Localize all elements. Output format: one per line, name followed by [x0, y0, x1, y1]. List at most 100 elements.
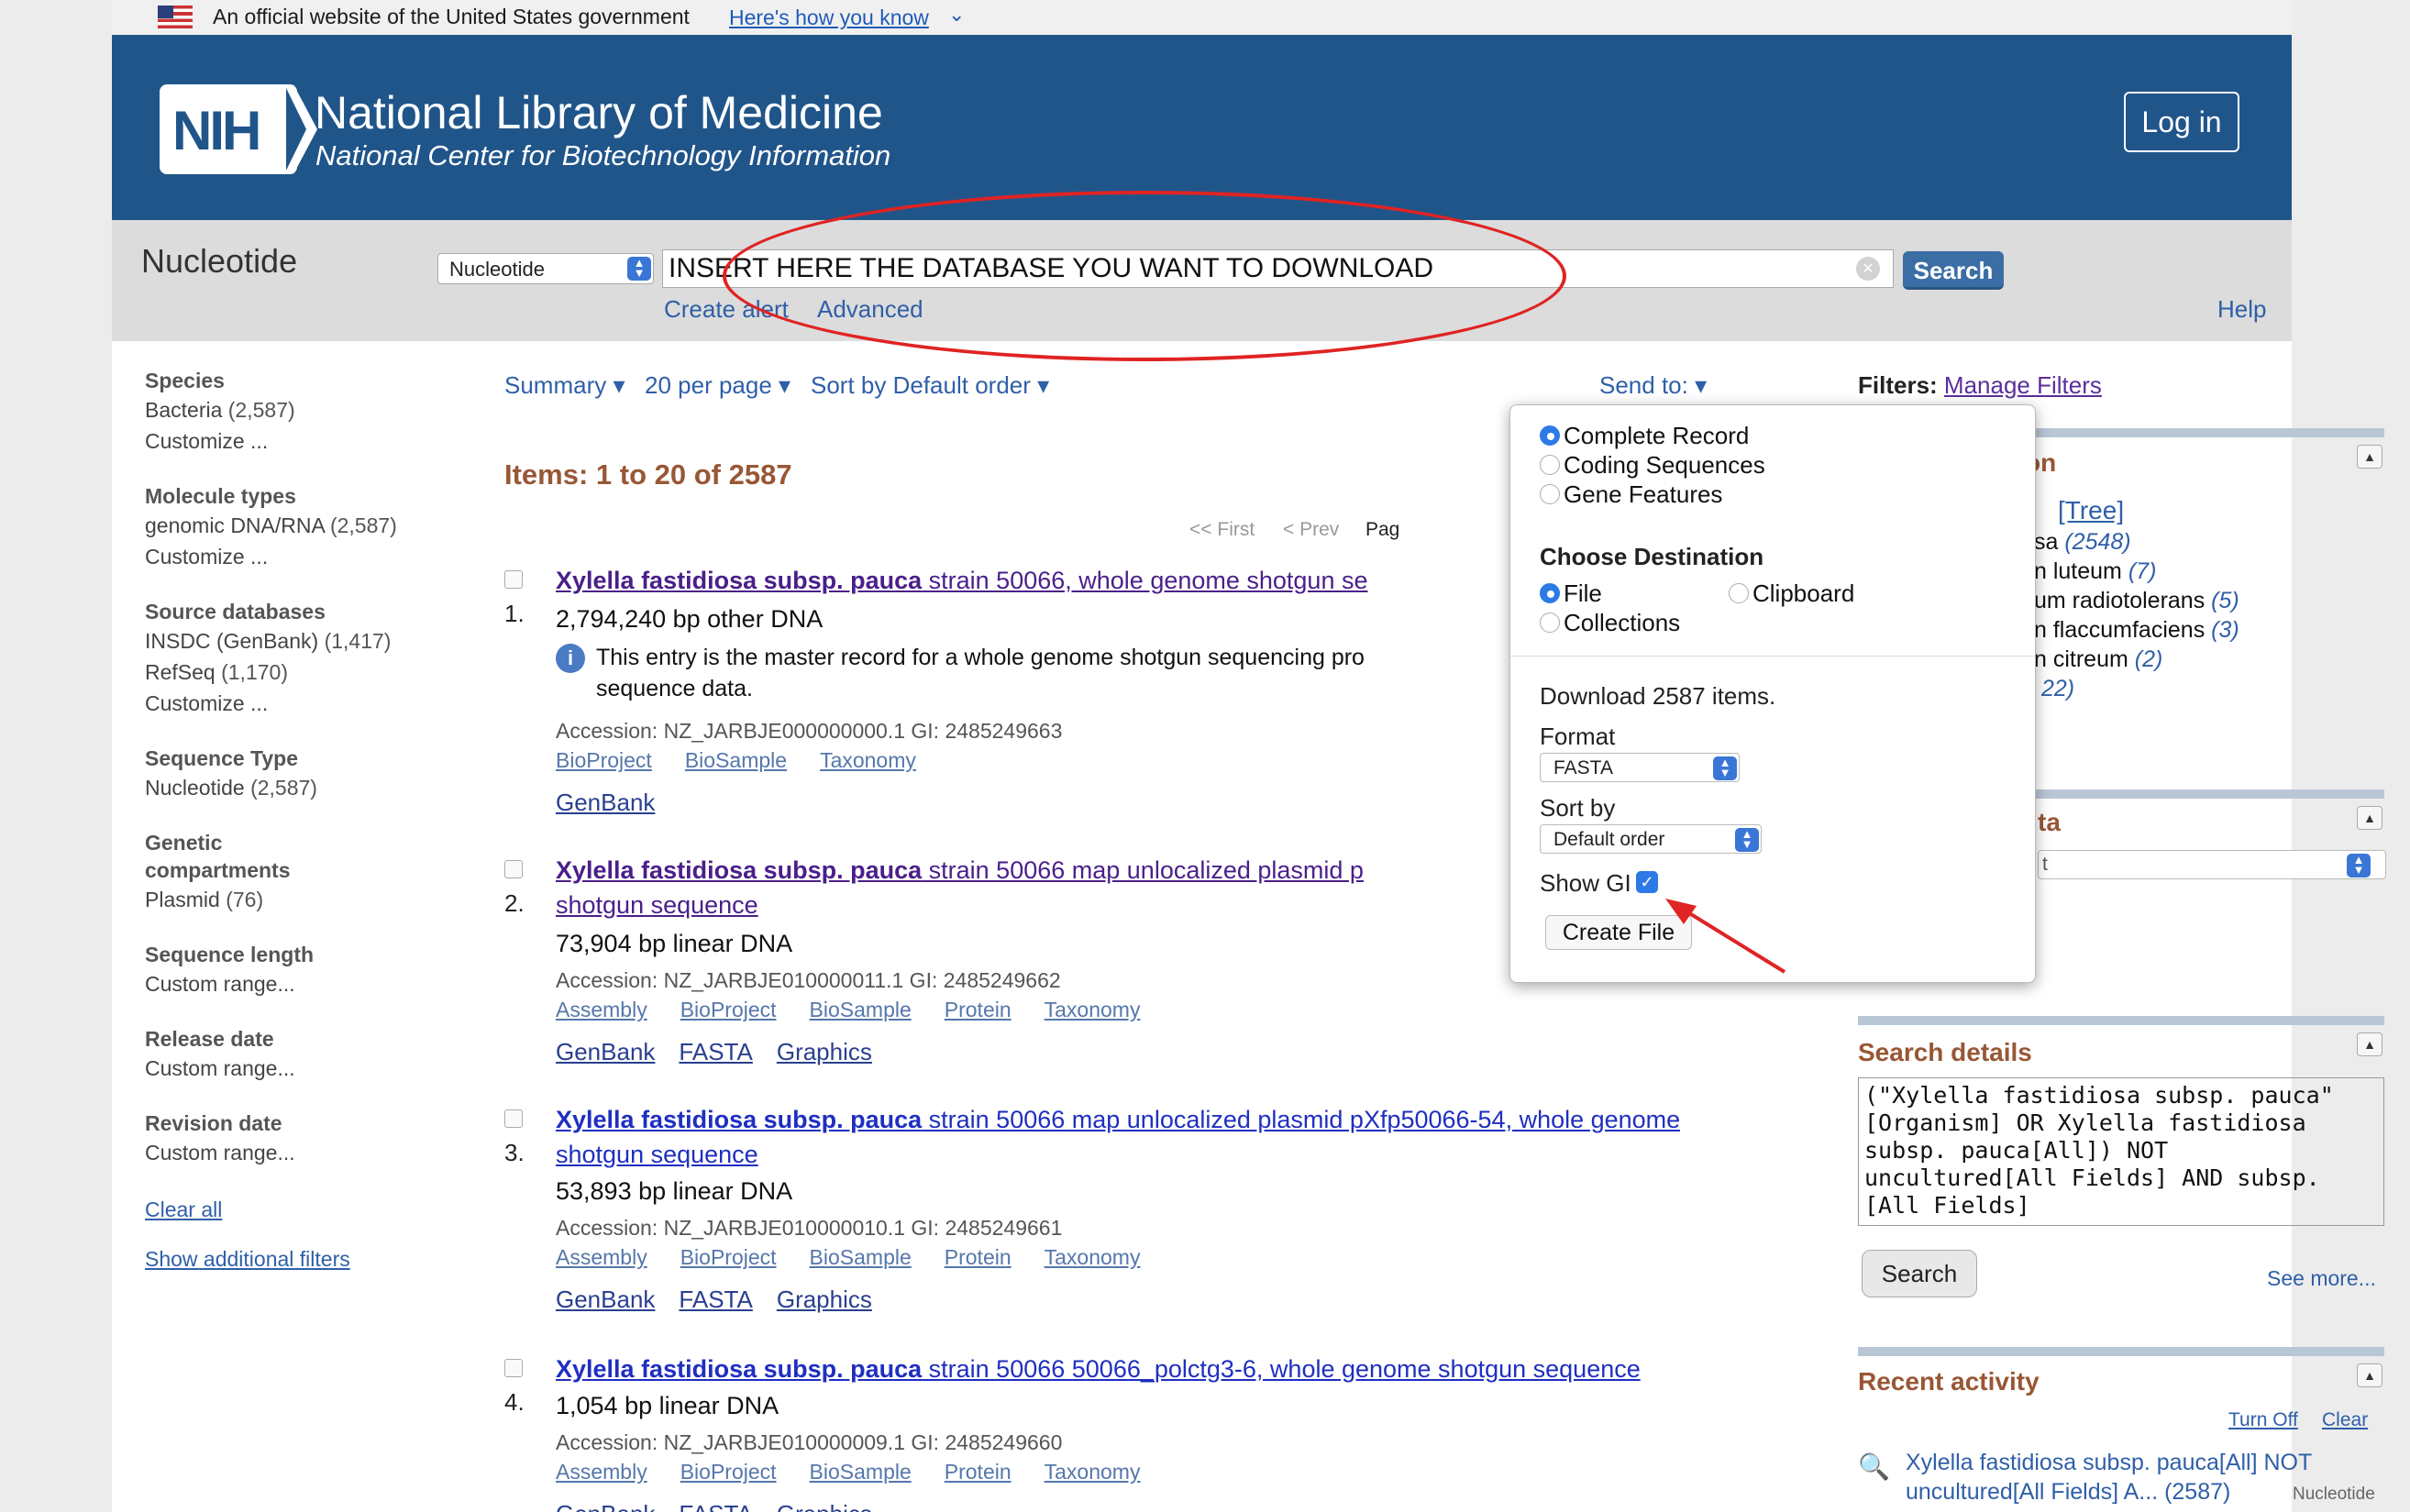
assembly-link[interactable]: Assembly [556, 1245, 647, 1269]
sort-dropdown[interactable]: Sort by Default order ▾ [811, 371, 1049, 400]
bioproject-link[interactable]: BioProject [680, 1245, 777, 1269]
customize-link[interactable]: Customize ... [145, 425, 493, 457]
scope-complete-record[interactable]: Complete Record [1540, 422, 1749, 450]
nih-logo-chevron-inner [286, 88, 306, 171]
biosample-link[interactable]: BioSample [685, 748, 787, 772]
scope-gene-features[interactable]: Gene Features [1540, 480, 1722, 509]
customize-link[interactable]: Customize ... [145, 688, 493, 719]
assembly-link[interactable]: Assembly [556, 1460, 647, 1484]
search-button[interactable]: Search [1903, 251, 2004, 290]
result-checkbox[interactable] [504, 1359, 523, 1377]
clear-link[interactable]: Clear [2322, 1409, 2368, 1431]
nih-logo[interactable]: NIH [160, 84, 297, 174]
taxonomy-link[interactable]: Taxonomy [1045, 1245, 1141, 1269]
pager-prev[interactable]: < Prev [1283, 519, 1339, 541]
select-arrows-icon: ▲ ▼ [627, 257, 651, 281]
format-select[interactable]: FASTA ▲ ▼ [1540, 753, 1740, 782]
facet-item[interactable]: Bacteria (2,587) [145, 394, 493, 425]
bioproject-link[interactable]: BioProject [680, 998, 777, 1021]
collapse-icon[interactable]: ▲ [2357, 806, 2382, 830]
summary-dropdown[interactable]: Summary ▾ [504, 371, 625, 400]
heres-how-you-know-link[interactable]: Here's how you know [729, 6, 929, 30]
clear-search-icon[interactable]: × [1856, 257, 1880, 281]
facet-item[interactable]: Nucleotide (2,587) [145, 772, 493, 803]
pager-first[interactable]: << First [1189, 519, 1255, 541]
customize-link[interactable]: Customize ... [145, 541, 493, 572]
protein-link[interactable]: Protein [945, 1460, 1012, 1484]
radio-label: Complete Record [1564, 422, 1750, 449]
genbank-link[interactable]: GenBank [556, 1286, 655, 1313]
custom-range-link[interactable]: Custom range... [145, 1053, 493, 1084]
collapse-icon[interactable]: ▲ [2357, 1032, 2382, 1056]
bioproject-link[interactable]: BioProject [556, 748, 652, 772]
graphics-link[interactable]: Graphics [777, 1038, 872, 1065]
graphics-link[interactable]: Graphics [777, 1500, 872, 1512]
result-title-link[interactable]: Xylella fastidiosa subsp. pauca strain 5… [556, 853, 1563, 888]
taxonomy-item[interactable]: n citreum (2) [2034, 646, 2162, 673]
genbank-link[interactable]: GenBank [556, 1038, 655, 1065]
result-title-link[interactable]: Xylella fastidiosa subsp. pauca strain 5… [556, 1352, 1641, 1386]
recent-activity-item[interactable]: Xylella fastidiosa subsp. pauca[All] NOT [1906, 1448, 2312, 1477]
per-page-dropdown[interactable]: 20 per page ▾ [645, 371, 790, 400]
result-title-link-cont[interactable]: shotgun sequence [556, 1137, 758, 1172]
destination-clipboard[interactable]: Clipboard [1729, 579, 1854, 608]
assembly-link[interactable]: Assembly [556, 998, 647, 1021]
see-more-link[interactable]: See more... [2267, 1266, 2376, 1291]
facet-item[interactable]: INSDC (GenBank) (1,417) [145, 625, 493, 657]
collapse-icon[interactable]: ▲ [2357, 445, 2382, 469]
search-details-search-button[interactable]: Search [1862, 1250, 1977, 1297]
taxonomy-item[interactable]: sa (2548) [2034, 529, 2131, 556]
taxonomy-link[interactable]: Taxonomy [820, 748, 916, 772]
taxonomy-item[interactable]: um radiotolerans (5) [2034, 588, 2239, 614]
fasta-link[interactable]: FASTA [679, 1286, 752, 1313]
nlm-title[interactable]: National Library of Medicine [315, 86, 883, 139]
bioproject-link[interactable]: BioProject [680, 1460, 777, 1484]
custom-range-link[interactable]: Custom range... [145, 968, 493, 999]
facet-item[interactable]: RefSeq (1,170) [145, 657, 493, 688]
ncbi-subtitle: National Center for Biotechnology Inform… [315, 139, 891, 171]
select-arrows-icon: ▲ ▼ [1713, 756, 1737, 780]
protein-link[interactable]: Protein [945, 998, 1012, 1021]
search-details-textarea[interactable]: ("Xylella fastidiosa subsp. pauca" [Orga… [1858, 1077, 2384, 1226]
chevron-down-icon[interactable]: ⌄ [948, 3, 965, 27]
result-checkbox[interactable] [504, 1109, 523, 1128]
database-select[interactable]: Nucleotide ▲ ▼ [437, 253, 654, 284]
result-checkbox[interactable] [504, 570, 523, 589]
biosample-link[interactable]: BioSample [810, 1460, 912, 1484]
facet-item[interactable]: genomic DNA/RNA (2,587) [145, 510, 493, 541]
help-link[interactable]: Help [2217, 295, 2266, 324]
fasta-link[interactable]: FASTA [679, 1500, 752, 1512]
tree-link[interactable]: [Tree] [2058, 496, 2124, 525]
show-additional-filters-link[interactable]: Show additional filters [145, 1243, 493, 1275]
taxonomy-item[interactable]: 22) [2041, 676, 2074, 702]
collapse-icon[interactable]: ▲ [2357, 1363, 2382, 1387]
turn-off-link[interactable]: Turn Off [2228, 1409, 2298, 1431]
manage-filters-link[interactable]: Manage Filters [1944, 371, 2102, 399]
fasta-link[interactable]: FASTA [679, 1038, 752, 1065]
taxonomy-link[interactable]: Taxonomy [1045, 1460, 1141, 1484]
result-title-link-cont[interactable]: shotgun sequence [556, 888, 758, 922]
destination-collections[interactable]: Collections [1540, 609, 1680, 637]
clear-all-link[interactable]: Clear all [145, 1194, 493, 1225]
genbank-link[interactable]: GenBank [556, 789, 655, 816]
biosample-link[interactable]: BioSample [810, 1245, 912, 1269]
genbank-link[interactable]: GenBank [556, 1500, 655, 1512]
login-button[interactable]: Log in [2124, 92, 2239, 152]
scope-coding-sequences[interactable]: Coding Sequences [1540, 451, 1765, 480]
result-title-link[interactable]: Xylella fastidiosa subsp. pauca strain 5… [556, 563, 1563, 598]
send-to-dropdown[interactable]: Send to: ▾ [1599, 371, 1707, 400]
destination-file[interactable]: File [1540, 579, 1602, 608]
result-checkbox[interactable] [504, 860, 523, 878]
graphics-link[interactable]: Graphics [777, 1286, 872, 1313]
result-title-link[interactable]: Xylella fastidiosa subsp. pauca strain 5… [556, 1102, 1680, 1137]
custom-range-link[interactable]: Custom range... [145, 1137, 493, 1168]
recent-activity-item-cont[interactable]: uncultured[All Fields] A... (2587) [1906, 1477, 2230, 1506]
sort-by-select[interactable]: Default order ▲ ▼ [1540, 824, 1762, 854]
related-data-select[interactable]: t ▲ ▼ [2038, 850, 2386, 879]
facet-item[interactable]: Plasmid (76) [145, 884, 493, 915]
biosample-link[interactable]: BioSample [810, 998, 912, 1021]
protein-link[interactable]: Protein [945, 1245, 1012, 1269]
taxonomy-link[interactable]: Taxonomy [1045, 998, 1141, 1021]
taxonomy-item[interactable]: n luteum (7) [2034, 558, 2156, 585]
taxonomy-item[interactable]: n flaccumfaciens (3) [2034, 617, 2239, 644]
